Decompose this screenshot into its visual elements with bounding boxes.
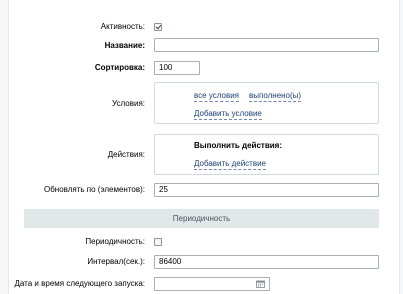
actions-label: Действия:	[107, 150, 145, 159]
form-panel: Активность: Название: Сортировка: 100 Ус…	[8, 0, 400, 294]
interval-input[interactable]: 86400	[154, 255, 379, 269]
active-checkbox[interactable]	[154, 23, 162, 31]
add-condition-link[interactable]: Добавить условие	[194, 109, 262, 120]
interval-label: Интервал(сек.):	[87, 257, 145, 266]
conditions-label: Условия:	[111, 99, 145, 108]
calendar-icon[interactable]	[256, 280, 265, 288]
name-label: Название:	[104, 41, 145, 50]
periodicity-section-header: Периодичность	[24, 209, 379, 228]
next-run-label: Дата и время следующего запуска:	[14, 279, 145, 288]
add-action-link[interactable]: Добавить действие	[194, 159, 266, 170]
conditions-box: все условия выполнено(ы) Добавить услови…	[154, 82, 379, 124]
sort-input[interactable]: 100	[154, 61, 200, 75]
actions-title: Выполнить действия:	[194, 141, 282, 150]
periodicity-checkbox[interactable]	[154, 238, 162, 246]
refresh-label: Обновлять по (элементов):	[43, 185, 145, 194]
name-input[interactable]	[154, 38, 379, 52]
all-conditions-link[interactable]: все условия	[194, 91, 239, 102]
active-label: Активность:	[100, 22, 145, 31]
actions-box: Выполнить действия: Добавить действие	[154, 134, 379, 175]
fulfilled-link[interactable]: выполнено(ы)	[249, 91, 302, 102]
refresh-input[interactable]: 25	[154, 183, 379, 197]
sort-label: Сортировка:	[94, 63, 145, 72]
periodicity-label: Периодичность:	[85, 237, 145, 246]
next-run-input[interactable]	[154, 277, 270, 291]
